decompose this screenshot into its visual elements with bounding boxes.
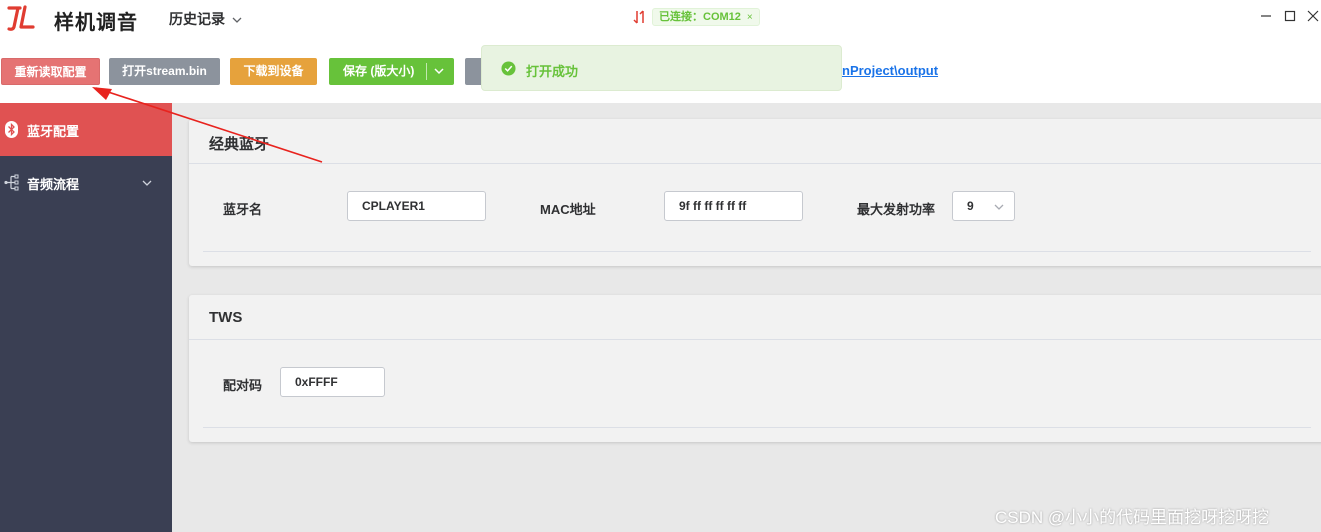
reload-config-button[interactable]: 重新读取配置 [1,58,100,85]
history-dropdown[interactable]: 历史记录 [169,9,243,29]
connection-arrows-icon [633,10,644,24]
save-button[interactable]: 保存 (版大小) [329,58,454,85]
sidebar-item-bluetooth[interactable]: 蓝牙配置 [0,103,172,156]
bluetooth-icon [5,121,18,138]
toast-message: 打开成功 [526,64,579,79]
save-button-label: 保存 (版大小) [343,64,415,78]
close-icon[interactable]: × [747,12,753,23]
chevron-down-icon[interactable] [433,65,445,77]
pair-code-input[interactable]: 0xFFFF [280,367,385,397]
bt-name-input[interactable]: CPLAYER1 [347,191,486,221]
sidebar: 蓝牙配置 音频流程 [0,103,172,532]
chevron-down-icon [994,204,1004,210]
save-button-divider [426,63,427,80]
chevron-down-icon [142,180,152,186]
mac-address-label: MAC地址 [540,202,596,217]
download-to-device-button[interactable]: 下载到设备 [230,58,317,85]
jl-logo [7,5,35,31]
divider [203,427,1311,428]
check-circle-icon [501,61,516,76]
tws-card: TWS 配对码 0xFFFF [189,295,1321,442]
watermark: CSDN @小小的代码里面挖呀挖呀挖 [995,508,1270,527]
success-toast: 打开成功 [481,45,842,91]
connection-status-tag: 已连接：COM12 × [652,8,760,26]
close-window-icon[interactable] [1305,8,1321,24]
app-title: 样机调音 [54,12,138,34]
bt-name-label: 蓝牙名 [223,202,263,217]
flow-tree-icon [4,174,19,191]
card-title: 经典蓝牙 [209,136,270,153]
divider [189,163,1321,164]
max-tx-power-select[interactable]: 9 [952,191,1015,221]
history-label: 历史记录 [169,11,225,27]
pair-code-label: 配对码 [223,378,263,393]
classic-bluetooth-card: 经典蓝牙 蓝牙名 CPLAYER1 MAC地址 9f ff ff ff ff f… [189,119,1321,266]
max-tx-power-label: 最大发射功率 [857,202,936,217]
max-tx-power-value: 9 [967,199,974,213]
main-content: 经典蓝牙 蓝牙名 CPLAYER1 MAC地址 9f ff ff ff ff f… [172,103,1321,532]
output-path-link[interactable]: nProject\output [842,63,938,78]
chevron-down-icon [232,17,242,24]
open-stream-button[interactable]: 打开stream.bin [109,58,220,85]
maximize-icon[interactable] [1282,8,1298,24]
mac-address-input[interactable]: 9f ff ff ff ff ff [664,191,803,221]
title-bar: 样机调音 历史记录 已连接：COM12 × [0,0,1321,36]
minimize-icon[interactable] [1258,8,1274,24]
sidebar-item-label: 音频流程 [27,177,80,192]
connection-status-text: 已连接：COM12 [659,11,741,23]
sidebar-item-label: 蓝牙配置 [27,124,80,139]
sidebar-item-audio-flow[interactable]: 音频流程 [0,156,172,209]
divider [189,339,1321,340]
divider [203,251,1311,252]
card-title: TWS [209,309,243,326]
